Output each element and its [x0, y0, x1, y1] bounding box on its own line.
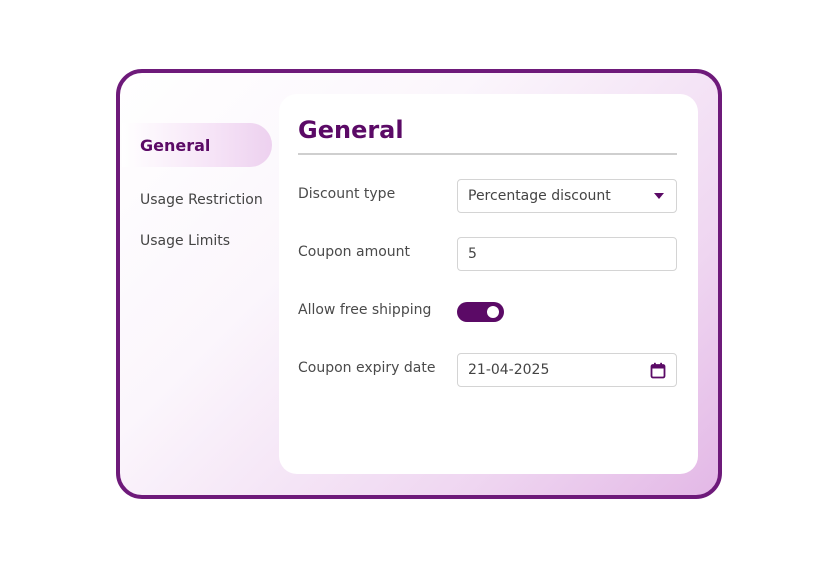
expiry-date-value: 21-04-2025 [468, 362, 550, 378]
settings-panel: General Discount type Percentage discoun… [279, 94, 698, 474]
sidebar: General Usage Restriction Usage Limits [120, 73, 280, 495]
panel-title: General [298, 116, 404, 144]
coupon-amount-value: 5 [468, 246, 477, 262]
sidebar-item-usage-limits[interactable]: Usage Limits [122, 219, 230, 263]
coupon-settings-card: General Usage Restriction Usage Limits G… [116, 69, 722, 499]
expiry-date-label: Coupon expiry date [298, 360, 436, 376]
sidebar-item-usage-restriction[interactable]: Usage Restriction [122, 178, 263, 222]
coupon-amount-input[interactable]: 5 [457, 237, 677, 271]
expiry-date-input[interactable]: 21-04-2025 [457, 353, 677, 387]
discount-type-select[interactable]: Percentage discount [457, 179, 677, 213]
sidebar-item-general[interactable]: General [122, 123, 272, 167]
discount-type-label: Discount type [298, 186, 396, 202]
calendar-icon[interactable] [650, 362, 666, 379]
toggle-knob [487, 306, 499, 318]
free-shipping-label: Allow free shipping [298, 302, 432, 318]
caret-down-icon [654, 193, 664, 199]
free-shipping-toggle[interactable] [457, 302, 504, 322]
title-divider [298, 153, 677, 155]
discount-type-value: Percentage discount [468, 188, 611, 204]
coupon-amount-label: Coupon amount [298, 244, 411, 260]
